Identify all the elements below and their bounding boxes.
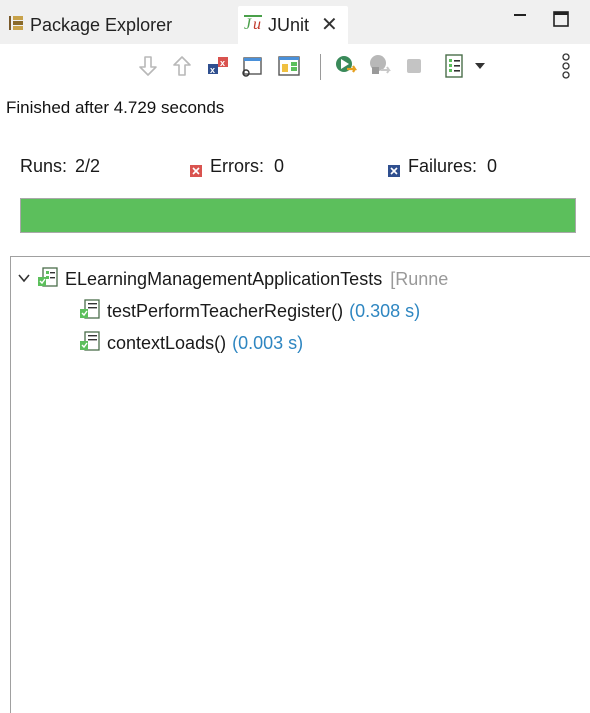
runner-label: [Runne [390,268,449,289]
counter-panel: Runs: 2/2 Errors: 0 Failures: 0 [0,148,590,188]
history-icon[interactable] [440,52,468,80]
tab-junit[interactable]: J u JUnit ✕ [238,6,348,44]
errors-label: Errors: [210,156,264,176]
tree-root-row[interactable]: ELearningManagementApplicationTests [Run… [17,265,448,293]
tab-label: JUnit [268,14,310,35]
layout-icon[interactable] [276,52,304,80]
minimize-icon[interactable] [512,10,528,31]
failures-value: 0 [487,156,498,176]
error-icon [190,161,202,177]
rerun-failed-icon[interactable] [366,52,394,80]
svg-text:u: u [253,16,261,33]
junit-icon: J u [244,13,266,38]
test-duration: (0.003 s) [232,332,304,353]
tree-item-test[interactable]: testPerformTeacherRegister() (0.308 s) [79,297,420,325]
svg-text:x: x [210,65,215,75]
errors-counter: Errors: 0 [190,156,284,177]
tab-package-explorer[interactable]: Package Explorer [8,6,172,44]
view-menu-icon[interactable] [556,52,576,80]
tab-label: Package Explorer [30,14,173,35]
test-name: contextLoads() [107,332,227,353]
test-passed-icon [79,330,101,357]
next-failure-icon[interactable] [134,52,162,80]
scroll-lock-icon[interactable] [238,52,266,80]
dropdown-icon[interactable] [470,52,490,80]
close-icon[interactable]: ✕ [321,15,338,35]
failure-icon [388,161,400,177]
chevron-down-icon[interactable] [17,269,31,290]
errors-value: 0 [274,156,285,176]
tree-item-test[interactable]: contextLoads() (0.003 s) [79,329,303,357]
test-duration: (0.308 s) [349,300,421,321]
runs-counter: Runs: 2/2 [20,156,100,177]
runs-label: Runs: [20,156,68,176]
test-suite-icon [37,266,59,293]
show-failures-only-icon[interactable]: x x [204,52,232,80]
previous-failure-icon[interactable] [168,52,196,80]
test-name: testPerformTeacherRegister() [107,300,344,321]
failures-label: Failures: [408,156,478,176]
runs-value: 2/2 [75,156,101,176]
stop-icon[interactable] [400,52,428,80]
view-tab-bar: Package Explorer J u JUnit ✕ [0,0,590,44]
status-message: Finished after 4.729 seconds [6,98,225,117]
package-explorer-icon [8,15,24,36]
suite-name: ELearningManagementApplicationTests [65,268,383,289]
failures-counter: Failures: 0 [388,156,497,177]
svg-text:J: J [244,16,252,33]
test-passed-icon [79,298,101,325]
rerun-icon[interactable] [332,52,360,80]
toolbar-separator [320,54,321,80]
svg-text:x: x [220,58,225,68]
test-tree[interactable]: ELearningManagementApplicationTests [Run… [10,256,590,713]
progress-bar [20,198,576,233]
maximize-icon[interactable] [552,10,570,33]
